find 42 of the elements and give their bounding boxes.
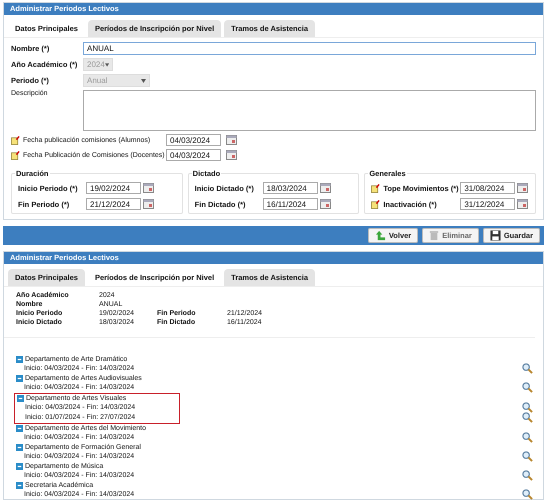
collapse-icon[interactable]: [16, 375, 23, 382]
arrow-icon: [374, 230, 386, 241]
collapse-icon[interactable]: [16, 463, 23, 470]
date-field[interactable]: 31/08/2024: [460, 182, 516, 194]
search-icon[interactable]: [522, 432, 533, 442]
search-icon[interactable]: [522, 450, 533, 462]
note-icon: [11, 150, 20, 160]
search-icon[interactable]: [522, 412, 533, 422]
dropdown-arrow-icon: [141, 78, 146, 82]
search-icon[interactable]: [522, 470, 533, 480]
date-field[interactable]: 21/12/2024: [86, 198, 141, 210]
collapse-icon[interactable]: [16, 482, 23, 489]
calendar-icon[interactable]: [143, 183, 154, 193]
note-icon: [371, 184, 380, 192]
dropdown-arrow-icon: [104, 62, 109, 66]
note-icon: [11, 136, 20, 144]
date-field[interactable]: 18/03/2024: [262, 182, 318, 194]
calendar-icon[interactable]: [226, 150, 237, 160]
date-field[interactable]: 31/12/2024: [460, 198, 516, 210]
date-field[interactable]: 19/02/2024: [86, 182, 141, 194]
description-field[interactable]: [83, 90, 536, 131]
calendar-icon[interactable]: [226, 135, 237, 145]
date-field[interactable]: 04/03/2024: [166, 134, 221, 146]
search-icon[interactable]: [522, 488, 533, 500]
date-field[interactable]: 16/11/2024: [262, 198, 318, 210]
floppy-icon: [490, 230, 501, 241]
search-icon[interactable]: [522, 402, 533, 412]
collapse-icon[interactable]: [16, 425, 23, 432]
calendar-icon[interactable]: [320, 183, 331, 193]
calendar-icon[interactable]: [320, 199, 331, 209]
collapse-icon[interactable]: [17, 395, 24, 402]
calendar-icon[interactable]: [143, 199, 154, 209]
search-icon[interactable]: [522, 382, 533, 392]
collapse-icon[interactable]: [16, 444, 23, 451]
calendar-icon[interactable]: [517, 183, 528, 193]
name-field[interactable]: ANUAL: [83, 42, 536, 55]
collapse-icon[interactable]: [16, 356, 23, 363]
date-field[interactable]: 04/03/2024: [166, 149, 221, 161]
note-icon: [371, 200, 380, 208]
calendar-icon[interactable]: [517, 199, 528, 209]
trash-icon: [429, 230, 440, 241]
search-icon[interactable]: [522, 362, 533, 374]
